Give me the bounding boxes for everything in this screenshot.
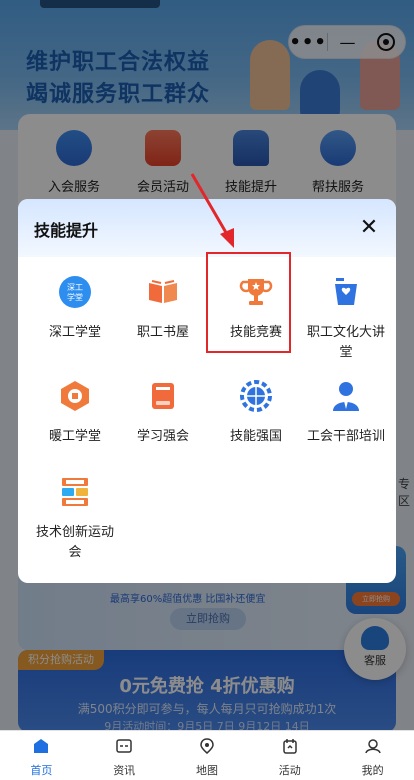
skill-item-label: 深工学堂 [48, 325, 101, 340]
tab-label: 首页 [30, 764, 53, 777]
home-icon [34, 739, 49, 753]
skill-item-label: 学习强会 [136, 429, 189, 444]
skill-item-label: 技能强国 [229, 429, 282, 444]
skill-item-label: 职工文化大讲堂 [306, 325, 385, 360]
skill-item-cadre-training[interactable]: 工会干部培训 [299, 379, 393, 447]
tab-label: 地图 [195, 764, 218, 777]
tab-label: 我的 [361, 764, 384, 777]
skill-item-shengong-school[interactable]: 深工 学堂 深工学堂 [28, 275, 122, 343]
skill-item-label: 工会干部培训 [306, 429, 385, 444]
skill-item-skill-nation[interactable]: 技能强国 [209, 379, 303, 447]
tab-news[interactable]: 资讯 [83, 731, 166, 780]
skill-item-label: 职工书屋 [136, 325, 189, 340]
tab-activity[interactable]: 活动 [248, 731, 331, 780]
skill-item-culture-lecture[interactable]: 职工文化大讲堂 [299, 275, 393, 363]
flowchart-icon [62, 478, 88, 506]
warm-school-icon [61, 381, 89, 411]
news-icon [116, 739, 132, 753]
user-icon [364, 739, 381, 754]
tab-label: 活动 [278, 764, 301, 777]
map-pin-icon [200, 738, 214, 754]
open-book-icon [149, 280, 177, 303]
close-icon[interactable]: ✕ [356, 215, 382, 241]
skill-item-tech-innovation[interactable]: 技术创新运动会 [28, 475, 122, 563]
lectern-icon [335, 278, 357, 305]
activity-icon [283, 739, 297, 754]
skill-item-warm-school[interactable]: 暖工学堂 [28, 379, 122, 447]
modal-title: 技能提升 [34, 221, 99, 240]
shengong-school-icon: 深工 学堂 [59, 276, 91, 308]
svg-text:深工: 深工 [67, 283, 83, 292]
svg-text:学堂: 学堂 [67, 292, 83, 302]
highlight-box-annotation [206, 252, 291, 353]
cadre-person-icon [333, 382, 359, 411]
bottom-tab-bar: 首页 资讯 地图 活动 我的 [0, 730, 414, 780]
skill-item-study-union[interactable]: 学习强会 [116, 379, 210, 447]
skill-item-label: 暖工学堂 [48, 429, 101, 444]
tab-map[interactable]: 地图 [166, 731, 249, 780]
tab-home[interactable]: 首页 [0, 731, 83, 780]
skill-item-label: 技术创新运动会 [35, 525, 114, 560]
gear-globe-icon [240, 380, 272, 412]
study-book-icon [152, 383, 174, 409]
tab-mine[interactable]: 我的 [331, 731, 414, 780]
skill-item-workers-library[interactable]: 职工书屋 [116, 275, 210, 343]
tab-label: 资讯 [113, 764, 136, 777]
red-arrow-annotation [190, 173, 234, 248]
